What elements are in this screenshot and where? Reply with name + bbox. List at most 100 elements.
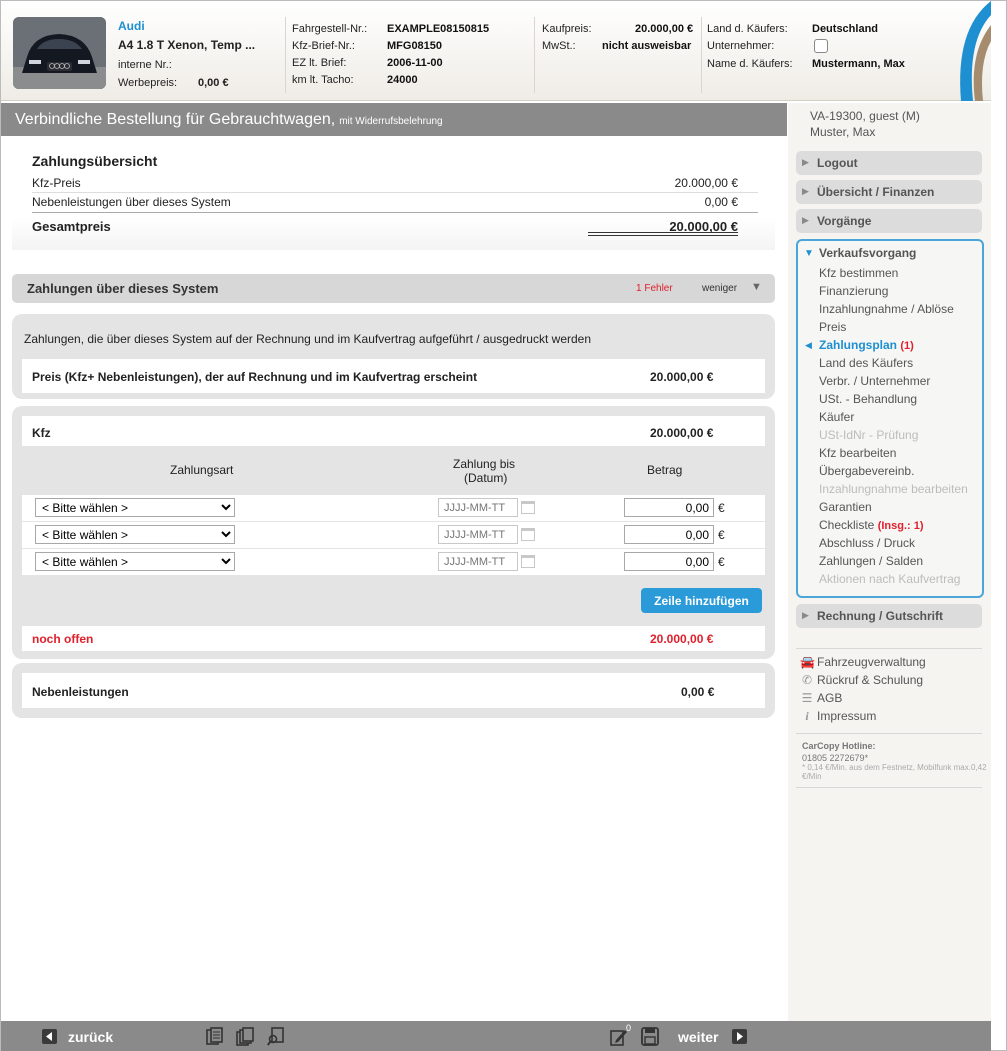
nav-label: Übersicht / Finanzen (817, 185, 935, 199)
calendar-icon[interactable] (521, 501, 535, 514)
summary-row: Kfz-Preis 20.000,00 € (32, 174, 758, 193)
link-vehicle-management[interactable]: 🚘 Fahrzeugverwaltung (800, 655, 926, 669)
registration-doc-label: Kfz-Brief-Nr.: (292, 40, 355, 52)
payment-type-select[interactable]: < Bitte wählen > (35, 525, 235, 544)
add-row-button[interactable]: Zeile hinzufügen (641, 588, 762, 613)
due-date-input[interactable] (438, 498, 518, 517)
error-badge: (1) (900, 340, 914, 352)
sidebar-item-kfz-bearbeiten[interactable]: Kfz bearbeiten (819, 446, 896, 460)
divider (796, 733, 982, 734)
advertising-price-label: Werbepreis: (118, 77, 178, 89)
vat-label: MwSt.: (542, 40, 576, 52)
hotline-number: 01805 2272679* (802, 753, 869, 763)
documents-icon[interactable] (236, 1027, 254, 1046)
collapse-toggle-label[interactable]: weniger (702, 283, 737, 294)
page-title-text: Verbindliche Bestellung für Gebrauchtwag… (15, 111, 336, 128)
sidebar-item-inzahlungnahme[interactable]: Inzahlungnahme / Ablöse (819, 302, 954, 316)
advertising-price-value: 0,00 € (198, 77, 229, 89)
amount-input[interactable] (624, 525, 714, 544)
calendar-icon[interactable] (521, 528, 535, 541)
sidebar-item-kaeufer[interactable]: Käufer (819, 410, 854, 424)
nav-logout[interactable]: ▶ Logout (796, 151, 982, 175)
sidebar: VA-19300, guest (M) Muster, Max ▶ Logout… (788, 103, 991, 1021)
expand-triangle-icon: ▶ (802, 610, 809, 620)
next-arrow-icon[interactable] (732, 1029, 747, 1044)
calendar-icon[interactable] (521, 555, 535, 568)
header-separator (534, 17, 535, 93)
mileage-label: km lt. Tacho: (292, 74, 354, 86)
document-search-icon[interactable] (267, 1027, 285, 1046)
sidebar-item-garantien[interactable]: Garantien (819, 500, 872, 514)
header-separator (285, 17, 286, 93)
extras-row: Nebenleistungen 0,00 € (22, 673, 765, 708)
save-icon[interactable] (641, 1027, 659, 1046)
back-arrow-icon[interactable] (42, 1029, 57, 1044)
vehicle-brand: Audi (118, 19, 145, 33)
sidebar-item-ust-behandlung[interactable]: USt. - Behandlung (819, 392, 917, 406)
payment-row: < Bitte wählen > € (22, 549, 765, 575)
buyer-country-label: Land d. Käufers: (707, 23, 788, 35)
current-item-arrow-icon: ◀ (805, 340, 812, 350)
sidebar-item-abschluss[interactable]: Abschluss / Druck (819, 536, 915, 550)
extras-label: Nebenleistungen (32, 685, 129, 699)
copy-document-icon[interactable] (206, 1027, 224, 1046)
sidebar-item-zahlungen-salden[interactable]: Zahlungen / Salden (819, 554, 923, 568)
buyer-country-value: Deutschland (812, 23, 879, 35)
sidebar-item-uebergabe[interactable]: Übergabevereinb. (819, 464, 914, 478)
vehicle-model: A4 1.8 T Xenon, Temp ... (118, 38, 256, 52)
next-button[interactable]: weiter (678, 1029, 718, 1045)
sidebar-item-land-kaeufer[interactable]: Land des Käufers (819, 356, 913, 370)
currency-symbol: € (718, 528, 725, 542)
footer-bar: zurück 0 weiter (1, 1021, 991, 1051)
sidebar-item-verbraucher[interactable]: Verbr. / Unternehmer (819, 374, 930, 388)
collapse-triangle-icon[interactable]: ▼ (751, 281, 762, 293)
due-date-input[interactable] (438, 552, 518, 571)
first-registration-value: 2006-11-00 (387, 57, 443, 69)
nav-processes[interactable]: ▶ Vorgänge (796, 209, 982, 233)
nav-overview-finance[interactable]: ▶ Übersicht / Finanzen (796, 180, 982, 204)
summary-row-label: Kfz-Preis (32, 176, 81, 190)
due-date-input[interactable] (438, 525, 518, 544)
sidebar-item-preis[interactable]: Preis (819, 320, 846, 334)
invoice-price-value: 20.000,00 € (650, 370, 714, 384)
car-photo (13, 17, 106, 89)
phone-icon: ✆ (801, 673, 813, 687)
link-recall-training[interactable]: ✆ Rückruf & Schulung (800, 673, 923, 687)
sidebar-item-kfz-bestimmen[interactable]: Kfz bestimmen (819, 266, 898, 280)
payment-type-select[interactable]: < Bitte wählen > (35, 552, 235, 571)
registration-doc-value: MFG08150 (387, 40, 443, 52)
nav-label: Logout (817, 156, 858, 170)
column-header-due-date: Zahlung bis (453, 457, 516, 471)
vehicle-price-label: Kfz (32, 426, 51, 440)
sidebar-item-inzahlungnahme-bearbeiten: Inzahlungnahme bearbeiten (819, 482, 968, 496)
collapse-triangle-icon[interactable]: ▼ (804, 248, 814, 259)
entrepreneur-label: Unternehmer: (707, 40, 775, 52)
link-terms[interactable]: ☰ AGB (800, 691, 843, 705)
hotline-title: CarCopy Hotline: (802, 741, 876, 751)
invoice-price-label: Preis (Kfz+ Nebenleistungen), der auf Re… (32, 370, 478, 384)
sidebar-item-zahlungsplan[interactable]: Zahlungsplan (1) (819, 338, 914, 352)
outstanding-label: noch offen (32, 632, 94, 646)
internal-number-label: interne Nr.: (118, 59, 172, 71)
amount-input[interactable] (624, 552, 714, 571)
sidebar-item-checkliste[interactable]: Checkliste (Insg.: 1) (819, 518, 924, 532)
divider (796, 787, 982, 788)
nav-invoice-credit[interactable]: ▶ Rechnung / Gutschrift (796, 604, 982, 628)
hotline-note: * 0,14 €/Min. aus dem Festnetz, Mobilfun… (802, 763, 987, 781)
chassis-number-value: EXAMPLE08150815 (387, 23, 490, 35)
invoice-payments-panel: Zahlungen, die über dieses System auf de… (12, 314, 775, 399)
entrepreneur-checkbox[interactable] (814, 39, 828, 53)
link-imprint[interactable]: i Impressum (800, 709, 876, 724)
sidebar-item-finanzierung[interactable]: Finanzierung (819, 284, 888, 298)
divider (796, 648, 982, 649)
user-account: VA-19300, guest (M) (810, 109, 920, 123)
column-header-due-date-sub: (Datum) (464, 471, 508, 485)
nav-sales-process[interactable]: Verkaufsvorgang (819, 246, 916, 260)
summary-row-value: 0,00 € (704, 195, 738, 209)
amount-input[interactable] (624, 498, 714, 517)
payments-section-header[interactable]: Zahlungen über dieses System 1 Fehler we… (12, 274, 775, 303)
expand-triangle-icon: ▶ (802, 215, 809, 225)
payment-type-select[interactable]: < Bitte wählen > (35, 498, 235, 517)
link-label: Impressum (817, 709, 877, 723)
back-button[interactable]: zurück (68, 1029, 113, 1045)
